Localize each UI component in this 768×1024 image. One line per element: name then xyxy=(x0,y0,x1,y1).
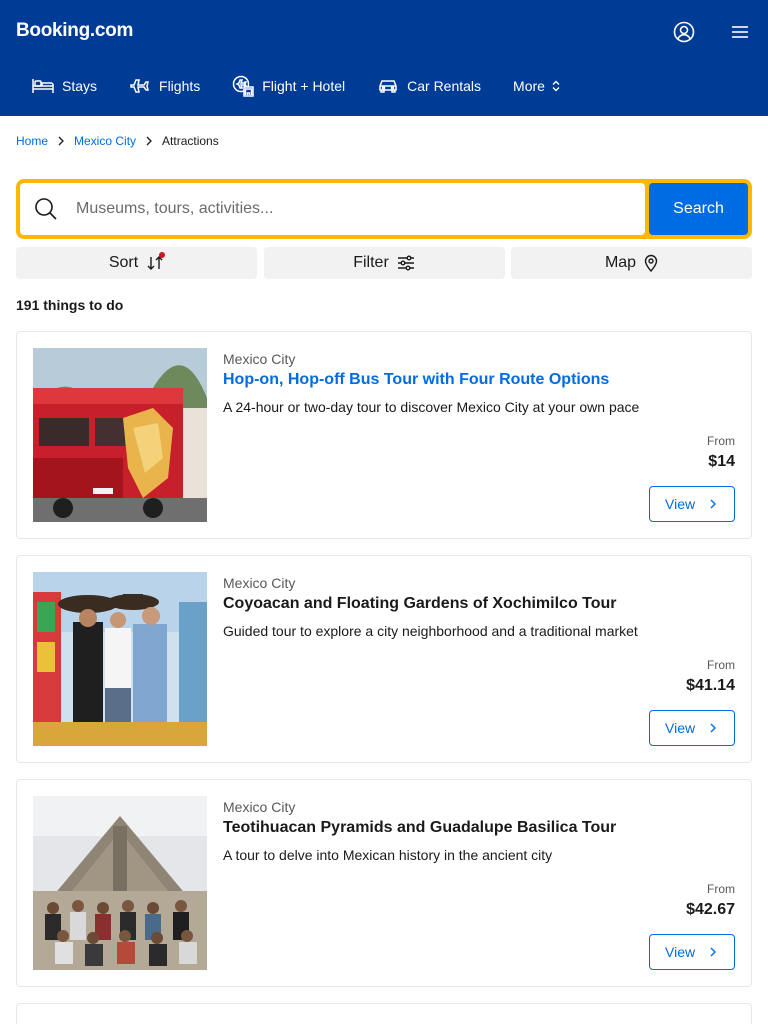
search-bar: Search xyxy=(16,179,752,239)
price-from-label: From xyxy=(707,658,735,672)
notification-dot xyxy=(159,252,165,258)
flight-hotel-icon xyxy=(233,75,254,97)
filter-label: Filter xyxy=(353,254,389,271)
list-item[interactable]: Mexico City Hop-on, Hop-off Bus Tour wit… xyxy=(16,331,752,539)
view-button[interactable]: View xyxy=(649,934,735,970)
logo[interactable]: Booking.com xyxy=(16,20,133,42)
attraction-photo[interactable] xyxy=(33,796,207,970)
attraction-price: $14 xyxy=(708,453,735,470)
view-label: View xyxy=(665,720,696,736)
chevron-right-icon xyxy=(146,136,152,146)
attraction-location: Mexico City xyxy=(223,351,296,367)
filter-button[interactable]: Filter xyxy=(263,247,505,279)
chevron-right-icon xyxy=(710,499,716,509)
attraction-title[interactable]: Hop-on, Hop-off Bus Tour with Four Route… xyxy=(223,371,609,389)
nav-label: Stays xyxy=(62,78,98,94)
sort-button[interactable]: Sort xyxy=(16,247,257,279)
filter-sliders-icon xyxy=(397,255,414,271)
nav-car-rentals[interactable]: Car Rentals xyxy=(361,68,497,104)
attraction-price: $41.14 xyxy=(686,677,735,694)
map-button[interactable]: Map xyxy=(511,247,752,279)
bed-icon xyxy=(32,79,54,93)
view-button[interactable]: View xyxy=(649,710,735,746)
attraction-title[interactable]: Teotihuacan Pyramids and Guadalupe Basil… xyxy=(223,819,616,837)
view-button[interactable]: View xyxy=(649,486,735,522)
car-icon xyxy=(379,80,397,93)
nav-stays[interactable]: Stays xyxy=(16,68,113,104)
chevron-right-icon xyxy=(710,947,716,957)
breadcrumb-city[interactable]: Mexico City xyxy=(74,134,136,148)
attraction-location: Mexico City xyxy=(223,799,296,815)
nav-flight-hotel[interactable]: Flight + Hotel xyxy=(216,68,361,104)
map-pin-icon xyxy=(644,254,658,272)
search-field xyxy=(20,183,645,235)
results-count: 191 things to do xyxy=(16,297,124,313)
attraction-price: $42.67 xyxy=(686,901,735,918)
header: Booking.com Stays Flights Flight + Hotel… xyxy=(0,0,768,116)
main-nav: Stays Flights Flight + Hotel Car Rentals… xyxy=(16,68,577,104)
list-item[interactable] xyxy=(16,1003,752,1024)
list-item[interactable]: Mexico City Coyoacan and Floating Garden… xyxy=(16,555,752,763)
nav-more[interactable]: More xyxy=(497,68,577,104)
nav-label: More xyxy=(513,78,545,94)
breadcrumb: Home Mexico City Attractions xyxy=(16,133,219,149)
nav-flights[interactable]: Flights xyxy=(113,68,216,104)
view-label: View xyxy=(665,944,696,960)
map-label: Map xyxy=(604,254,637,271)
toolbar: Sort Filter Map xyxy=(16,247,752,279)
nav-label: Car Rentals xyxy=(407,78,482,94)
chevron-right-icon xyxy=(710,723,716,733)
chevron-updown-icon xyxy=(552,80,560,92)
breadcrumb-home[interactable]: Home xyxy=(16,134,48,148)
view-label: View xyxy=(665,496,696,512)
breadcrumb-current: Attractions xyxy=(162,134,219,148)
account-icon[interactable] xyxy=(672,20,696,44)
attraction-title[interactable]: Coyoacan and Floating Gardens of Xochimi… xyxy=(223,595,617,613)
attraction-description: Guided tour to explore a city neighborho… xyxy=(223,623,638,639)
price-from-label: From xyxy=(707,882,735,896)
attraction-location: Mexico City xyxy=(223,575,296,591)
plane-icon xyxy=(130,79,149,93)
search-icon xyxy=(34,197,58,226)
attraction-description: A 24-hour or two-day tour to discover Me… xyxy=(223,399,640,415)
nav-label: Flight + Hotel xyxy=(262,78,346,94)
search-button[interactable]: Search xyxy=(649,183,748,235)
sort-label: Sort xyxy=(108,254,139,271)
hamburger-menu-icon[interactable] xyxy=(728,20,752,44)
list-item[interactable]: Mexico City Teotihuacan Pyramids and Gua… xyxy=(16,779,752,987)
price-from-label: From xyxy=(707,434,735,448)
search-input[interactable] xyxy=(20,183,645,235)
attraction-photo[interactable] xyxy=(33,348,207,522)
attraction-photo[interactable] xyxy=(33,572,207,746)
chevron-right-icon xyxy=(58,136,64,146)
attraction-description: A tour to delve into Mexican history in … xyxy=(223,847,553,863)
nav-label: Flights xyxy=(159,78,201,94)
